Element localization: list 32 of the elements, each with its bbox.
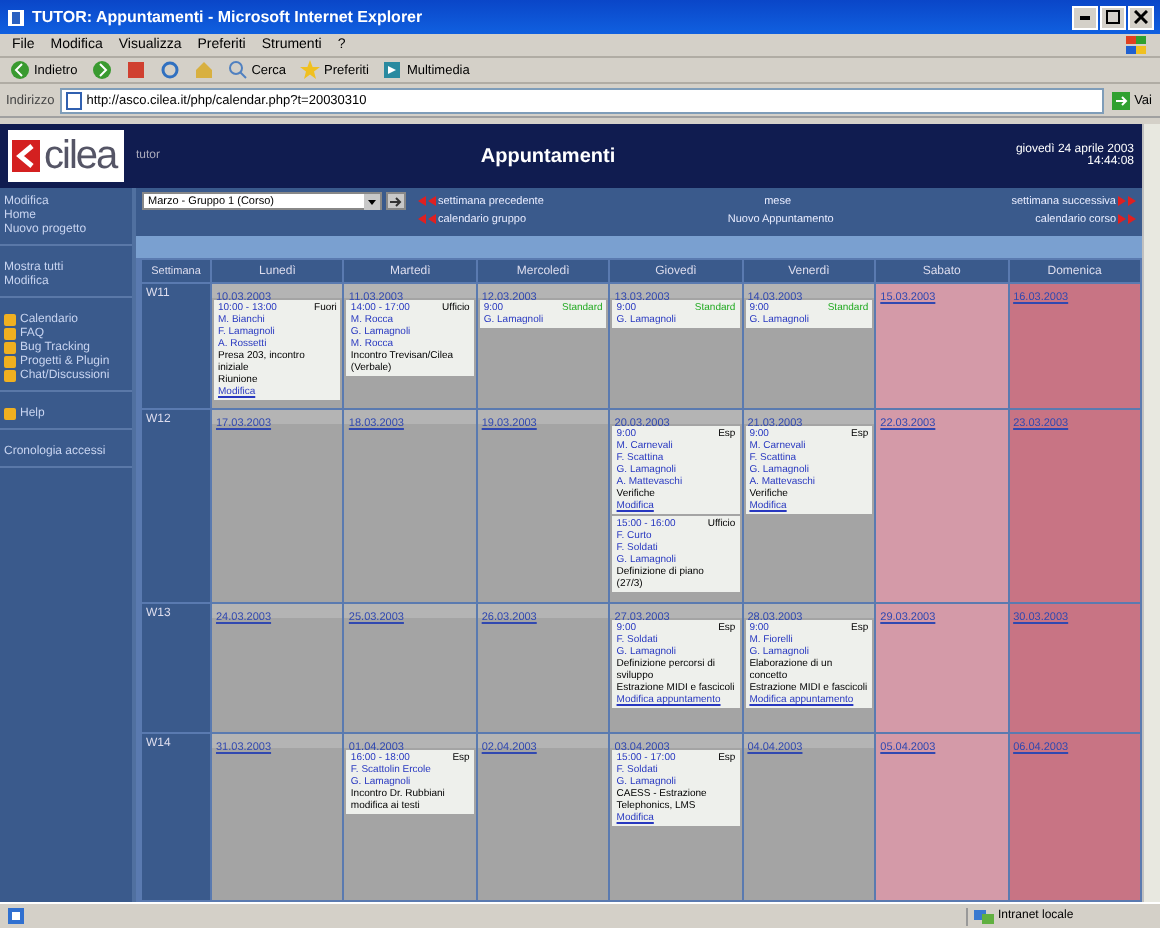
house-icon <box>193 60 214 80</box>
logo: cilea <box>8 130 124 182</box>
page-icon <box>66 91 83 109</box>
refresh-icon <box>159 60 180 80</box>
star-icon <box>300 60 321 80</box>
close-icon <box>1134 10 1148 24</box>
windows-logo-icon <box>1124 35 1148 55</box>
double-arrow-left-icon <box>418 214 438 224</box>
window-title: TUTOR: Appuntamenti - Microsoft Internet Explorer <box>32 8 425 26</box>
search-icon <box>227 60 248 80</box>
stop-icon <box>125 60 146 80</box>
minimize-button[interactable] <box>1072 5 1098 29</box>
toolbar-button[interactable] <box>87 59 116 81</box>
browser-icon <box>6 7 26 27</box>
minimize-icon <box>1080 15 1090 19</box>
ie-page-icon <box>6 906 26 926</box>
scrollbar[interactable] <box>1142 124 1160 902</box>
arrow-icon <box>388 195 404 207</box>
double-arrow-right-icon <box>1116 214 1136 224</box>
maximize-button[interactable] <box>1100 5 1126 29</box>
close-button[interactable] <box>1128 5 1154 29</box>
maximize-icon <box>1106 10 1120 24</box>
go-arrow-icon <box>1112 91 1131 109</box>
page-title: Appuntamenti <box>478 145 618 167</box>
media-icon <box>382 60 403 80</box>
logo-mark-icon <box>12 140 40 172</box>
intranet-icon <box>974 907 994 925</box>
double-arrow-right-icon <box>1115 196 1136 206</box>
double-arrow-left-icon <box>418 196 438 206</box>
bullet-icon <box>4 407 16 419</box>
dropdown-arrow-icon <box>364 193 380 209</box>
go-button[interactable] <box>386 192 406 210</box>
